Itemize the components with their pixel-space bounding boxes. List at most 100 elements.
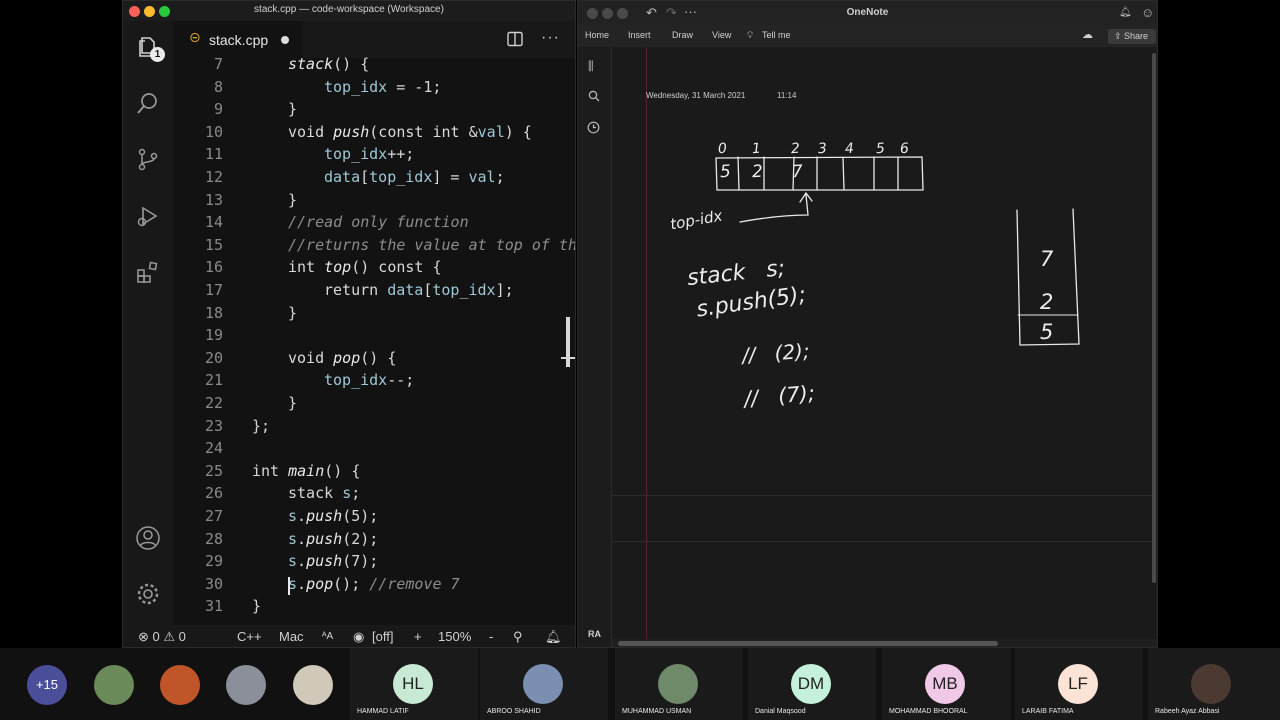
settings-gear-icon[interactable] bbox=[136, 582, 160, 606]
notebooks-icon[interactable]: ⫼ bbox=[588, 59, 594, 74]
code-line[interactable]: 25 int main() { bbox=[173, 462, 575, 484]
code-line[interactable]: 31} bbox=[173, 597, 575, 619]
extensions-icon[interactable] bbox=[136, 260, 160, 284]
code-token: int bbox=[252, 461, 289, 480]
split-editor-icon[interactable] bbox=[507, 31, 523, 52]
search-icon[interactable] bbox=[136, 91, 160, 115]
zoom-out-button[interactable]: - bbox=[489, 629, 493, 644]
recent-clock-icon[interactable] bbox=[587, 121, 600, 139]
participant-tile[interactable]: MB MOHAMMAD BHOORAL bbox=[882, 648, 1010, 720]
code-line[interactable]: 28 s.push(2); bbox=[173, 529, 575, 552]
code-token: } bbox=[252, 597, 262, 616]
code-line[interactable]: 11 top_idx++; bbox=[173, 145, 575, 167]
page-vertical-scrollbar[interactable] bbox=[1152, 53, 1156, 583]
code-line[interactable]: 29 s.push(7); bbox=[173, 552, 575, 574]
page-horizontal-scrollbar[interactable] bbox=[618, 641, 998, 646]
line-number: 28 bbox=[204, 529, 223, 548]
code-token: pop bbox=[333, 348, 361, 367]
end-of-line[interactable]: Mac bbox=[279, 629, 304, 644]
user-initials[interactable]: RA bbox=[588, 629, 601, 639]
page-rule-line bbox=[612, 495, 1156, 496]
lightbulb-icon: 💡︎ bbox=[747, 30, 754, 40]
code-token: //read only function bbox=[288, 213, 469, 232]
code-line[interactable]: 8 top_idx = -1; bbox=[173, 77, 575, 100]
code-token: } bbox=[288, 100, 298, 119]
participant-tile[interactable]: MUHAMMAD USMAN bbox=[615, 648, 743, 720]
feedback-icon[interactable]: ⚲ bbox=[513, 629, 523, 645]
code-line[interactable]: 19 bbox=[173, 326, 575, 348]
editor-scrollbar[interactable] bbox=[566, 317, 570, 367]
code-line[interactable]: 14 //read only function bbox=[173, 213, 575, 235]
participant-tile[interactable]: ABROO SHAHID bbox=[480, 648, 608, 720]
tell-me-search[interactable]: Tell me bbox=[762, 30, 791, 40]
code-line[interactable]: 13} bbox=[173, 191, 575, 213]
run-debug-icon[interactable] bbox=[136, 204, 160, 228]
code-text: s.push(5); bbox=[288, 507, 378, 525]
zoom-in-button[interactable]: + bbox=[414, 629, 422, 644]
code-token: ]; bbox=[495, 281, 514, 299]
code-line[interactable]: 27 s.push(5); bbox=[173, 507, 575, 529]
tab-stack-cpp[interactable]: ⊝ stack.cpp bbox=[173, 21, 303, 58]
code-editor[interactable]: 7 stack() {8 top_idx = -1; 9} 10 void push(co… bbox=[173, 55, 575, 625]
tab-home[interactable]: Home bbox=[585, 30, 609, 40]
code-line[interactable]: 7 stack() { bbox=[173, 55, 575, 77]
code-line[interactable]: 30 s.pop(); //remove 7 bbox=[173, 574, 575, 597]
bell-icon[interactable]: 🔔︎ bbox=[1119, 7, 1132, 18]
participant-tile[interactable]: DM Danial Maqsood bbox=[748, 648, 876, 720]
tab-draw[interactable]: Draw bbox=[672, 30, 693, 40]
problems-indicator[interactable]: ⊗ 0 ⚠ 0 bbox=[138, 629, 186, 645]
code-line[interactable]: 17 return data[top_idx]; bbox=[173, 281, 575, 303]
code-line[interactable]: 12 data[top_idx] = val; bbox=[173, 168, 575, 190]
code-token: void bbox=[288, 122, 334, 141]
code-line[interactable]: 22} bbox=[173, 394, 575, 416]
ink-code-line: // (2); bbox=[741, 338, 811, 368]
account-icon[interactable] bbox=[136, 526, 160, 550]
code-line[interactable]: 21 top_idx--; bbox=[173, 371, 575, 393]
code-line[interactable]: 16 int top() const { bbox=[173, 258, 575, 280]
code-line[interactable]: 18} bbox=[173, 303, 575, 326]
zoom-level[interactable]: 150% bbox=[438, 629, 471, 644]
code-line[interactable]: 10 void push(const int &val) { bbox=[173, 122, 575, 145]
line-number: 7 bbox=[213, 55, 223, 73]
line-number: 8 bbox=[213, 77, 223, 96]
code-token: top_idx bbox=[324, 371, 388, 390]
code-line[interactable]: 23}; bbox=[173, 417, 575, 439]
text-cursor bbox=[288, 576, 290, 595]
smiley-icon[interactable]: ☺ bbox=[1141, 5, 1154, 20]
ribbon-tabs: Home Insert Draw View 💡︎ Tell me ☁ ⇪ Sha… bbox=[578, 25, 1157, 47]
code-line[interactable]: 9} bbox=[173, 100, 575, 122]
unsaved-dot-icon[interactable] bbox=[281, 36, 289, 44]
code-line[interactable]: 15 //returns the value at top of th bbox=[173, 236, 575, 258]
notifications-bell-icon[interactable]: 🔔︎ bbox=[545, 629, 562, 645]
code-text: top_idx--; bbox=[324, 371, 414, 389]
code-line[interactable]: 20 void pop() { bbox=[173, 348, 575, 371]
code-text: int top() const { bbox=[288, 258, 442, 276]
note-page[interactable]: Wednesday, 31 March 2021 11:14 012345652… bbox=[612, 47, 1156, 639]
participant-name: Rabeeh Ayaz Abbasi bbox=[1155, 708, 1220, 715]
language-mode[interactable]: C++ bbox=[237, 629, 262, 644]
tab-insert[interactable]: Insert bbox=[628, 30, 651, 40]
more-participants-badge[interactable]: +15 bbox=[27, 665, 67, 705]
share-button[interactable]: ⇪ Share bbox=[1108, 29, 1156, 44]
source-control-icon[interactable] bbox=[136, 147, 160, 171]
code-token: s bbox=[288, 507, 298, 525]
participant-tile[interactable]: LF LARAIB FATIMA bbox=[1015, 648, 1143, 720]
notebook-sidebar: ⫼ RA bbox=[578, 47, 612, 647]
line-number: 18 bbox=[204, 303, 223, 322]
window-title: stack.cpp — code-workspace (Workspace) bbox=[254, 4, 444, 15]
participant-tile[interactable]: Rabeeh Ayaz Abbasi bbox=[1148, 648, 1280, 720]
code-line[interactable]: 24 bbox=[173, 439, 575, 461]
copilot-status[interactable]: [off] bbox=[372, 629, 393, 644]
code-token: stack bbox=[288, 484, 343, 503]
sync-icon[interactable]: ☁ bbox=[1082, 28, 1093, 41]
code-line[interactable]: 26 stack s; bbox=[173, 484, 575, 506]
tab-view[interactable]: View bbox=[712, 30, 731, 40]
code-text: int main() { bbox=[252, 462, 360, 480]
code-token: (7); bbox=[342, 552, 379, 571]
search-icon[interactable] bbox=[588, 89, 600, 107]
participant-tile[interactable]: HL HAMMAD LATIF bbox=[350, 648, 478, 720]
more-actions-icon[interactable]: ··· bbox=[541, 29, 560, 47]
font-size-icon[interactable]: ᴬA bbox=[322, 631, 333, 642]
code-token: . bbox=[297, 574, 307, 593]
explorer-icon[interactable]: 1 bbox=[136, 35, 165, 62]
